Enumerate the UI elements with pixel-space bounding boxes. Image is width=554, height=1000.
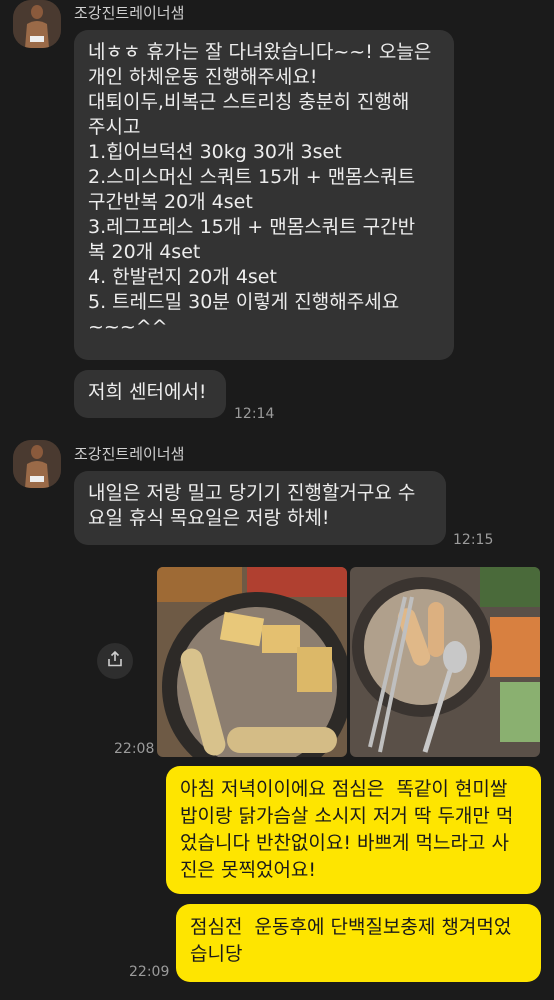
trainer-avatar[interactable] bbox=[13, 0, 61, 48]
message-bubble[interactable]: 내일은 저랑 밀고 당기기 진행할거구요 수 요일 휴식 목요일은 저랑 하체! bbox=[74, 471, 446, 545]
meal-photo[interactable] bbox=[350, 567, 540, 757]
message-time: 12:15 bbox=[453, 532, 494, 548]
share-icon bbox=[106, 650, 124, 672]
my-message-bubble[interactable]: 점심전 운동후에 단백질보충제 챙겨먹었 습니당 bbox=[176, 904, 541, 982]
trainer-avatar[interactable] bbox=[13, 440, 61, 488]
message-time: 12:14 bbox=[234, 406, 275, 422]
share-button[interactable] bbox=[97, 643, 133, 679]
message-time: 22:08 bbox=[114, 741, 155, 757]
message-time: 22:09 bbox=[129, 964, 170, 980]
message-bubble[interactable]: 네ㅎㅎ 휴가는 잘 다녀왔습니다~~! 오늘은 개인 하체운동 진행해주세요! … bbox=[74, 30, 454, 360]
sender-name: 조강진트레이너샘 bbox=[74, 445, 185, 463]
my-message-bubble[interactable]: 아침 저녁이이에요 점심은 똑같이 현미쌀 밥이랑 닭가슴살 소시지 저거 딱 … bbox=[166, 766, 541, 894]
message-bubble[interactable]: 저희 센터에서! bbox=[74, 370, 226, 418]
meal-photo[interactable] bbox=[157, 567, 347, 757]
sender-name: 조강진트레이너샘 bbox=[74, 4, 185, 22]
